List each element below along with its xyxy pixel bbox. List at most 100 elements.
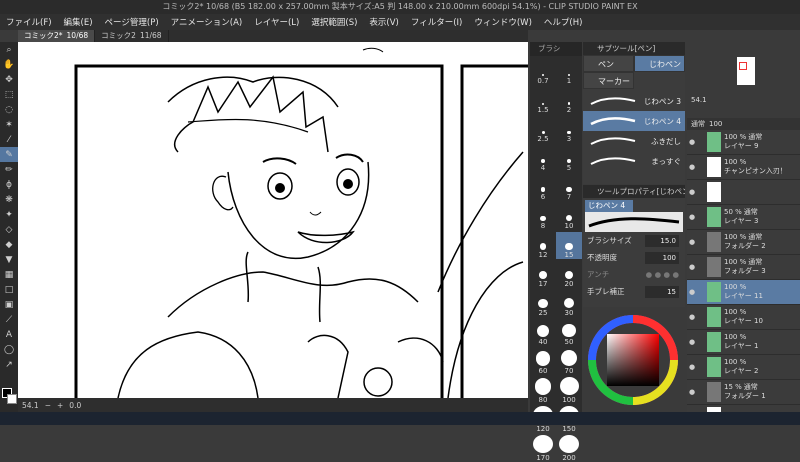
layer-row[interactable]: ● 100 % レイヤー 1: [687, 330, 800, 355]
menu-edit[interactable]: 編集(E): [58, 16, 99, 28]
brush-size-option[interactable]: 2: [556, 87, 582, 114]
brush-size-option[interactable]: 80: [530, 377, 556, 404]
brush-size-value[interactable]: 15.0: [645, 234, 679, 247]
brush-size-option[interactable]: 3: [556, 116, 582, 143]
brush-size-option[interactable]: 17: [530, 261, 556, 288]
rotation-value[interactable]: 0.0: [69, 401, 81, 410]
gradient-icon[interactable]: ▦: [0, 267, 18, 282]
frame-icon[interactable]: ▣: [0, 297, 18, 312]
figure-icon[interactable]: □: [0, 282, 18, 297]
layer-row[interactable]: ● 100 % チャンピオン入刃！: [687, 155, 800, 180]
brush-size-row[interactable]: ブラシサイズ 15.0: [583, 232, 685, 249]
stabilization-row[interactable]: 手ブレ補正 15: [583, 283, 685, 300]
visibility-eye-icon[interactable]: ●: [687, 263, 697, 271]
subtool-group-jiwapen[interactable]: じわペン 3: [634, 55, 685, 72]
menu-file[interactable]: ファイル(F): [0, 16, 58, 28]
brush-size-option[interactable]: 15: [556, 232, 582, 259]
visibility-eye-icon[interactable]: ●: [687, 313, 697, 321]
brush-size-option[interactable]: 6: [530, 174, 556, 201]
visibility-eye-icon[interactable]: ●: [687, 163, 697, 171]
select-icon[interactable]: ⬚: [0, 87, 18, 102]
layer-row[interactable]: ● 100 % レイヤー 2: [687, 355, 800, 380]
brush-size-option[interactable]: 0.7: [530, 58, 556, 85]
menu-layer[interactable]: レイヤー(L): [248, 16, 305, 28]
layer-row[interactable]: ● 100 % レイヤー 11: [687, 280, 800, 305]
tab-komikku2-modified[interactable]: コミック2* 10/68: [18, 30, 96, 42]
layer-row[interactable]: ● 100 % 通常 フォルダー 3: [687, 255, 800, 280]
visibility-eye-icon[interactable]: ●: [687, 338, 697, 346]
decoration-icon[interactable]: ✦: [0, 207, 18, 222]
eyedropper-icon[interactable]: ⁄: [0, 132, 18, 147]
layer-row[interactable]: ●: [687, 180, 800, 205]
layer-opacity[interactable]: 100: [709, 120, 722, 128]
color-wheel[interactable]: [583, 310, 685, 412]
blend-icon[interactable]: ◆: [0, 237, 18, 252]
menu-filter[interactable]: フィルター(I): [405, 16, 468, 28]
brush-size-option[interactable]: 40: [530, 319, 556, 346]
pencil-icon[interactable]: ✏: [0, 162, 18, 177]
menu-selection[interactable]: 選択範囲(S): [305, 16, 363, 28]
visibility-eye-icon[interactable]: ●: [687, 238, 697, 246]
visibility-eye-icon[interactable]: ●: [687, 213, 697, 221]
brush-size-option[interactable]: 10: [556, 203, 582, 230]
visibility-eye-icon[interactable]: ●: [687, 188, 697, 196]
navigator-zoom[interactable]: 54.1: [691, 96, 707, 104]
menu-animation[interactable]: アニメーション(A): [165, 16, 249, 28]
sub-color[interactable]: [7, 394, 17, 404]
brush-size-option[interactable]: 1.5: [530, 87, 556, 114]
tab-komikku2[interactable]: コミック2 11/68: [95, 30, 169, 42]
menu-window[interactable]: ウィンドウ(W): [468, 16, 538, 28]
brush-size-option[interactable]: 2.5: [530, 116, 556, 143]
antialias-row[interactable]: アンチ ● ● ● ●: [583, 266, 685, 283]
move-icon[interactable]: ✥: [0, 72, 18, 87]
layer-row[interactable]: ●100 %: [687, 405, 800, 412]
drawing-canvas[interactable]: [18, 42, 528, 398]
brush-size-option[interactable]: 30: [556, 290, 582, 317]
zoom-value[interactable]: 54.1: [22, 401, 39, 410]
layer-row[interactable]: ● 100 % 通常 レイヤー 9: [687, 130, 800, 155]
subtool-item[interactable]: じわペン 4: [583, 111, 685, 131]
zoom-out-icon[interactable]: −: [45, 401, 51, 410]
brush-size-option[interactable]: 100: [556, 377, 582, 404]
brush-size-option[interactable]: 70: [556, 348, 582, 375]
menu-page[interactable]: ページ管理(P): [99, 16, 165, 28]
visibility-eye-icon[interactable]: ●: [687, 288, 697, 296]
hand-icon[interactable]: ✋: [0, 57, 18, 72]
wand-icon[interactable]: ✶: [0, 117, 18, 132]
brush-size-option[interactable]: 60: [530, 348, 556, 375]
eraser-icon[interactable]: ◇: [0, 222, 18, 237]
brush-size-option[interactable]: 4: [530, 145, 556, 172]
balloon-icon[interactable]: ◯: [0, 342, 18, 357]
visibility-eye-icon[interactable]: ●: [687, 363, 697, 371]
subtool-group-pen[interactable]: ペン: [583, 55, 634, 72]
brush-icon[interactable]: ϕ: [0, 177, 18, 192]
subtool-group-marker[interactable]: マーカー: [583, 72, 634, 89]
main-color-swatch[interactable]: [0, 385, 18, 412]
view-frame[interactable]: [739, 62, 747, 70]
layer-row[interactable]: ● 50 % 通常 レイヤー 3: [687, 205, 800, 230]
visibility-eye-icon[interactable]: ●: [687, 138, 697, 146]
opacity-row[interactable]: 不透明度 100: [583, 249, 685, 266]
brush-size-option[interactable]: 1: [556, 58, 582, 85]
stabilization-value[interactable]: 15: [645, 285, 679, 298]
opacity-value[interactable]: 100: [645, 251, 679, 264]
menu-help[interactable]: ヘルプ(H): [538, 16, 589, 28]
ruler-icon[interactable]: ⟋: [0, 312, 18, 327]
airbrush-icon[interactable]: ❋: [0, 192, 18, 207]
menu-view[interactable]: 表示(V): [363, 16, 404, 28]
brush-size-option[interactable]: 5: [556, 145, 582, 172]
brush-size-option[interactable]: 25: [530, 290, 556, 317]
brush-size-option[interactable]: 50: [556, 319, 582, 346]
fill-icon[interactable]: ▼: [0, 252, 18, 267]
correct-line-icon[interactable]: ↗: [0, 357, 18, 372]
zoom-icon[interactable]: ⌕: [0, 42, 18, 57]
visibility-eye-icon[interactable]: ●: [687, 388, 697, 396]
layer-row[interactable]: ● 100 % レイヤー 10: [687, 305, 800, 330]
pen-icon[interactable]: ✎: [0, 147, 18, 162]
zoom-in-icon[interactable]: +: [57, 401, 63, 410]
brush-size-option[interactable]: 200: [556, 435, 582, 462]
brush-size-option[interactable]: 12: [530, 232, 556, 259]
subtool-item[interactable]: まっすぐ: [583, 151, 685, 171]
subtool-item[interactable]: じわペン 3: [583, 91, 685, 111]
subtool-item[interactable]: ふきだし: [583, 131, 685, 151]
